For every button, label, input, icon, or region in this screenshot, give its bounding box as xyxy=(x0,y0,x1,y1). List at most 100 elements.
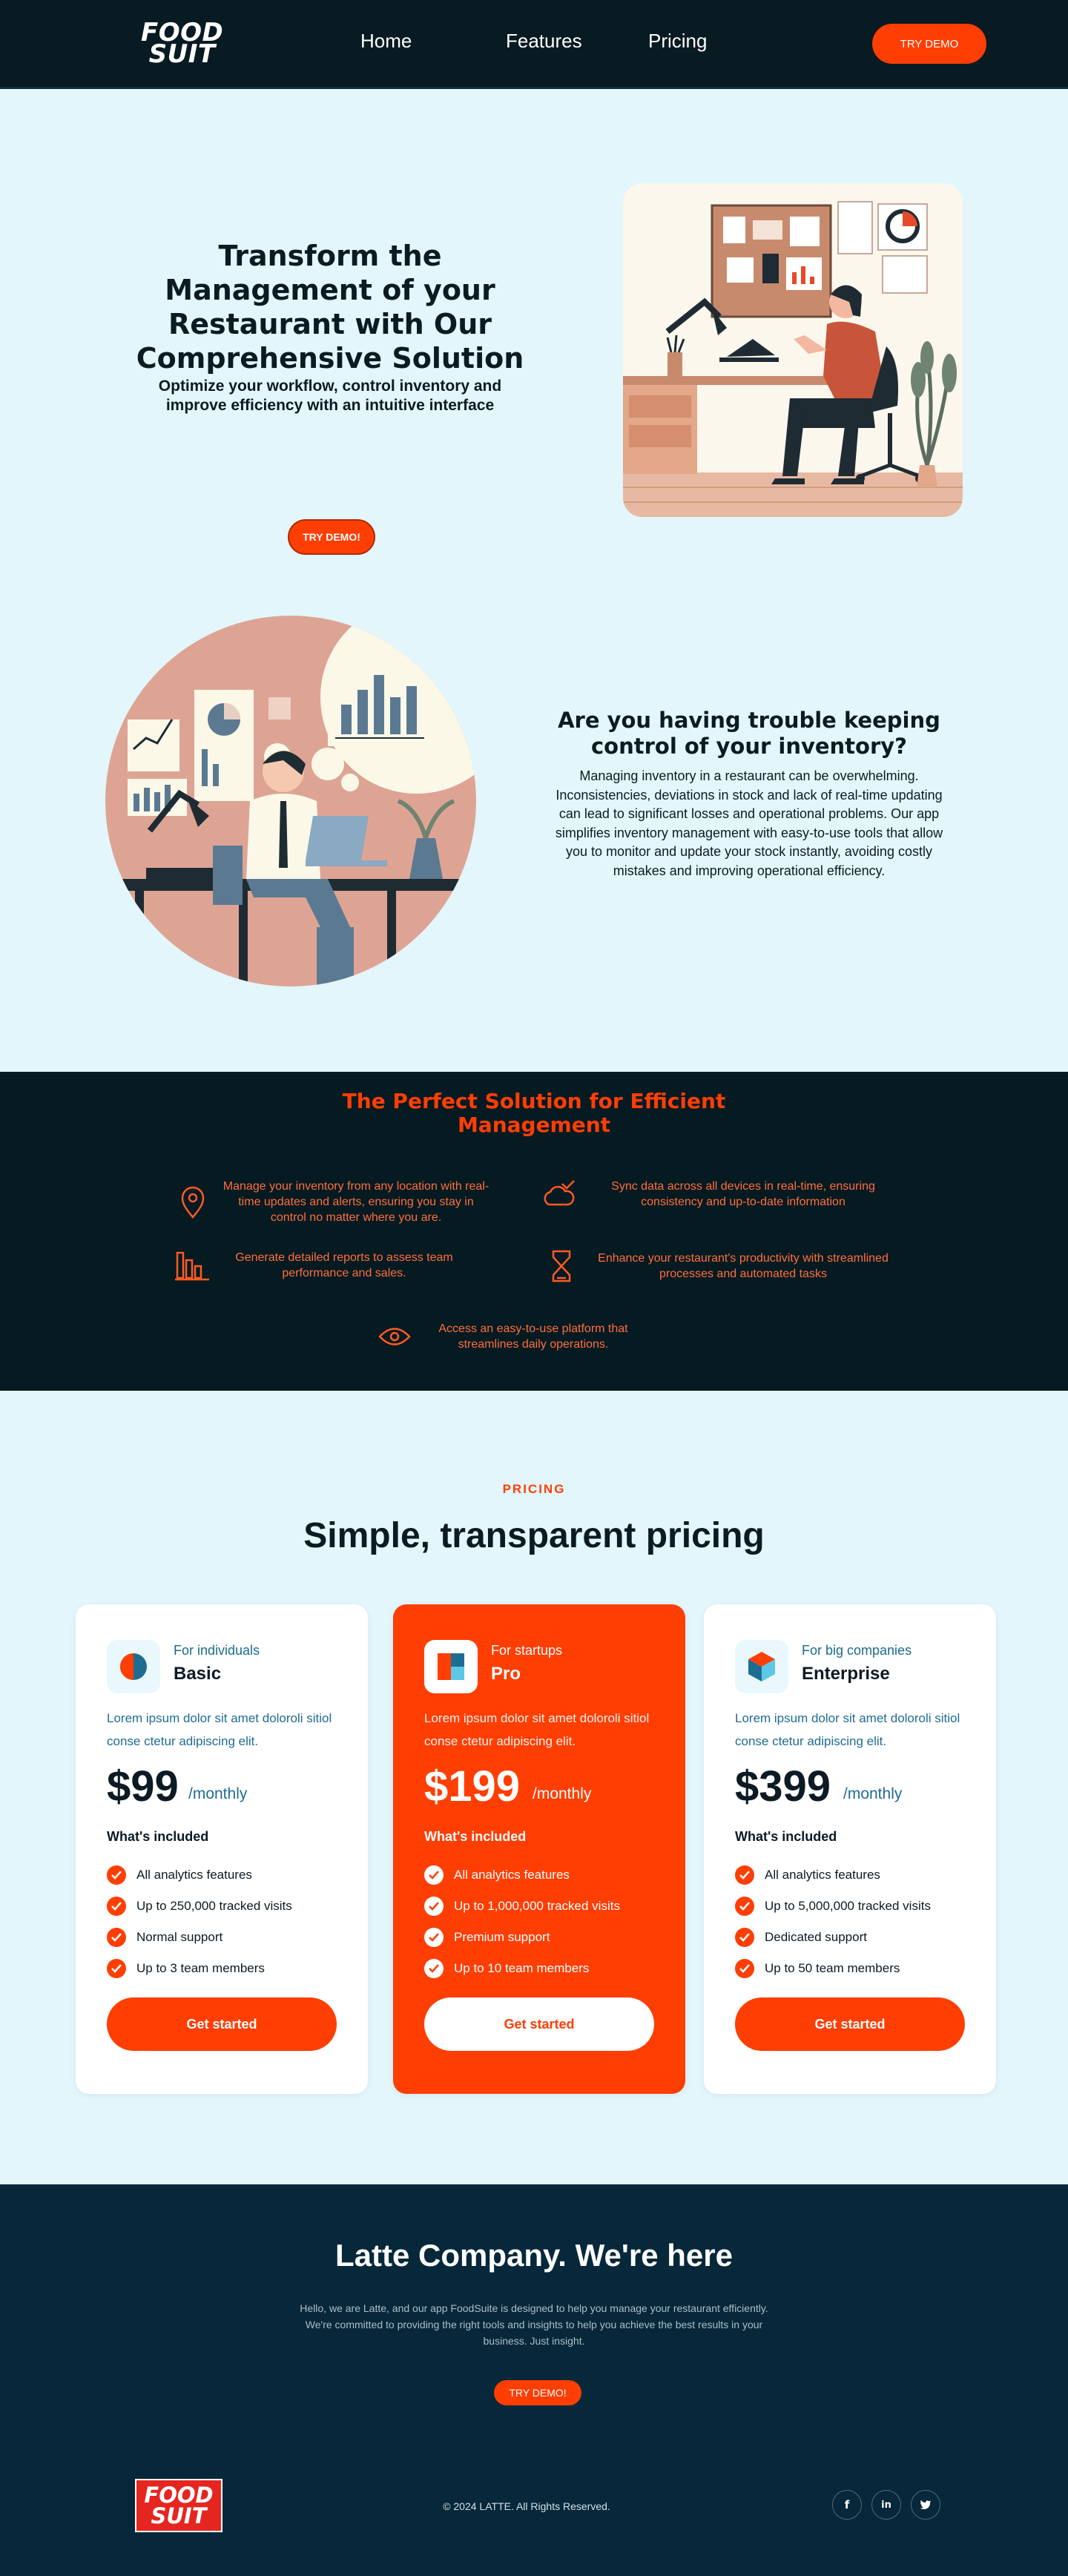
linkedin-icon[interactable]: in xyxy=(871,2490,901,2520)
feature-item-location: Manage your inventory from any location … xyxy=(178,1179,490,1225)
check-icon xyxy=(735,1865,754,1885)
footer-title: Latte Company. We're here xyxy=(335,2238,733,2273)
pricing-section: PRICING Simple, transparent pricing For … xyxy=(0,1391,1068,2184)
plan-name: Basic xyxy=(174,1664,222,1684)
plan-feature-text: Up to 50 team members xyxy=(765,1961,900,1975)
feature-item-reports: Generate detailed reports to assess team… xyxy=(175,1250,472,1281)
plan-feature: Up to 10 team members xyxy=(424,1953,620,1984)
pricing-card-basic: For individuals Basic Lorem ipsum dolor … xyxy=(76,1604,368,2094)
hero-illustration xyxy=(623,183,963,517)
bar-chart-icon xyxy=(175,1251,209,1281)
twitter-icon[interactable] xyxy=(911,2490,940,2520)
get-started-pro-button[interactable]: Get started xyxy=(424,1997,654,2051)
enterprise-plan-icon xyxy=(735,1640,788,1693)
feature-item-platform: Access an easy-to-use platform that stre… xyxy=(378,1321,675,1352)
plan-feature: Up to 1,000,000 tracked visits xyxy=(424,1891,620,1922)
problem-section: Are you having trouble keeping control o… xyxy=(0,549,1068,1072)
plan-audience: For individuals xyxy=(174,1643,260,1658)
features-title: The Perfect Solution for Efficient Manag… xyxy=(342,1089,726,1137)
plan-feature-text: Up to 5,000,000 tracked visits xyxy=(765,1899,931,1913)
footer-section: Latte Company. We're here Hello, we are … xyxy=(0,2184,1068,2576)
check-icon xyxy=(424,1928,444,1947)
footer-logo-line-1: FOOD xyxy=(144,2483,214,2508)
check-icon xyxy=(735,1897,754,1916)
plan-feature-text: Up to 10 team members xyxy=(454,1961,590,1975)
plan-feature: Dedicated support xyxy=(735,1922,931,1953)
plan-included-heading: What's included xyxy=(107,1829,209,1844)
pro-plan-icon xyxy=(424,1640,478,1693)
check-icon xyxy=(107,1897,126,1916)
plan-feature: Up to 50 team members xyxy=(735,1953,931,1984)
plan-feature-list: All analytics features Up to 1,000,000 t… xyxy=(424,1859,620,1984)
plan-included-heading: What's included xyxy=(735,1829,837,1844)
nav-link-features[interactable]: Features xyxy=(506,30,582,53)
plan-price: $199 xyxy=(424,1762,521,1811)
plan-name: Enterprise xyxy=(802,1664,890,1684)
plan-audience: For big companies xyxy=(802,1643,912,1658)
get-started-basic-button[interactable]: Get started xyxy=(107,1997,337,2051)
footer-text: Hello, we are Latte, and our app FoodSui… xyxy=(300,2302,768,2347)
plan-feature-text: Up to 250,000 tracked visits xyxy=(136,1899,292,1913)
plan-feature-list: All analytics features Up to 5,000,000 t… xyxy=(735,1859,931,1984)
plan-feature: Up to 5,000,000 tracked visits xyxy=(735,1891,931,1922)
copyright-text: © 2024 LATTE. All Rights Reserved. xyxy=(443,2500,610,2512)
plan-description: Lorem ipsum dolor sit amet doloroli siti… xyxy=(424,1711,650,1748)
hourglass-icon xyxy=(552,1250,571,1282)
plan-feature-list: All analytics features Up to 250,000 tra… xyxy=(107,1859,292,1984)
plan-included-heading: What's included xyxy=(424,1829,527,1844)
cloud-sync-icon xyxy=(544,1180,575,1206)
plan-price: $399 xyxy=(735,1762,831,1811)
nav-link-pricing[interactable]: Pricing xyxy=(648,30,707,53)
plan-feature: Normal support xyxy=(107,1922,292,1953)
plan-period: /monthly xyxy=(188,1785,248,1802)
plan-feature-text: All analytics features xyxy=(765,1868,880,1882)
feature-text: Generate detailed reports to assess team… xyxy=(235,1251,453,1279)
pricing-card-enterprise: For big companies Enterprise Lorem ipsum… xyxy=(704,1604,996,2094)
problem-title: Are you having trouble keeping control o… xyxy=(558,708,940,759)
hero-subtitle: Optimize your workflow, control inventor… xyxy=(158,378,502,414)
check-icon xyxy=(424,1959,444,1978)
plan-feature: Up to 3 team members xyxy=(107,1953,292,1984)
feature-text: Enhance your restaurant's productivity w… xyxy=(598,1252,889,1280)
plan-feature: All analytics features xyxy=(107,1859,292,1891)
plan-feature-text: Up to 3 team members xyxy=(136,1961,265,1975)
footer-brand-logo[interactable]: FOOD SUIT xyxy=(135,2479,222,2532)
facebook-icon[interactable]: f xyxy=(832,2490,862,2520)
nav-link-home[interactable]: Home xyxy=(360,30,412,53)
footer-try-demo-button[interactable]: TRY DEMO! xyxy=(494,2380,581,2405)
check-icon xyxy=(735,1959,754,1978)
feature-text: Manage your inventory from any location … xyxy=(222,1180,490,1224)
plan-feature: All analytics features xyxy=(424,1859,620,1891)
features-section: The Perfect Solution for Efficient Manag… xyxy=(0,1072,1068,1391)
feature-text: Access an easy-to-use platform that stre… xyxy=(438,1322,628,1351)
feature-text: Sync data across all devices in real-tim… xyxy=(611,1180,875,1208)
check-icon xyxy=(107,1928,126,1947)
plan-description: Lorem ipsum dolor sit amet doloroli siti… xyxy=(107,1711,332,1748)
plan-description: Lorem ipsum dolor sit amet doloroli siti… xyxy=(735,1711,960,1748)
plan-feature-text: Dedicated support xyxy=(765,1930,867,1944)
feature-item-productivity: Enhance your restaurant's productivity w… xyxy=(550,1250,906,1282)
feature-item-sync: Sync data across all devices in real-tim… xyxy=(541,1179,912,1210)
hero-section: Transform the Management of your Restaur… xyxy=(0,89,1068,555)
plan-period: /monthly xyxy=(533,1785,592,1802)
problem-text: Managing inventory in a restaurant can b… xyxy=(555,768,943,878)
nav-try-demo-button[interactable]: TRY DEMO xyxy=(872,24,986,64)
plan-price: $99 xyxy=(107,1762,179,1811)
eye-icon xyxy=(378,1328,411,1345)
check-icon xyxy=(735,1928,754,1947)
pricing-kicker: PRICING xyxy=(502,1482,566,1496)
plan-feature: All analytics features xyxy=(735,1859,931,1891)
check-icon xyxy=(424,1897,444,1916)
get-started-enterprise-button[interactable]: Get started xyxy=(735,1997,965,2051)
plan-feature-text: Normal support xyxy=(136,1930,223,1944)
check-icon xyxy=(424,1865,444,1885)
plan-audience: For startups xyxy=(491,1643,563,1658)
plan-feature-text: All analytics features xyxy=(136,1868,252,1882)
top-navbar: FOOD SUIT Home Features Pricing TRY DEMO xyxy=(0,0,1068,89)
brand-logo[interactable]: FOOD SUIT xyxy=(141,20,223,67)
plan-feature: Premium support xyxy=(424,1922,620,1953)
footer-logo-line-2: SUIT xyxy=(151,2503,207,2529)
hero-title: Transform the Management of your Restaur… xyxy=(136,240,524,375)
pricing-card-pro: For startups Pro Lorem ipsum dolor sit a… xyxy=(393,1604,685,2094)
plan-feature-text: Up to 1,000,000 tracked visits xyxy=(454,1899,620,1913)
